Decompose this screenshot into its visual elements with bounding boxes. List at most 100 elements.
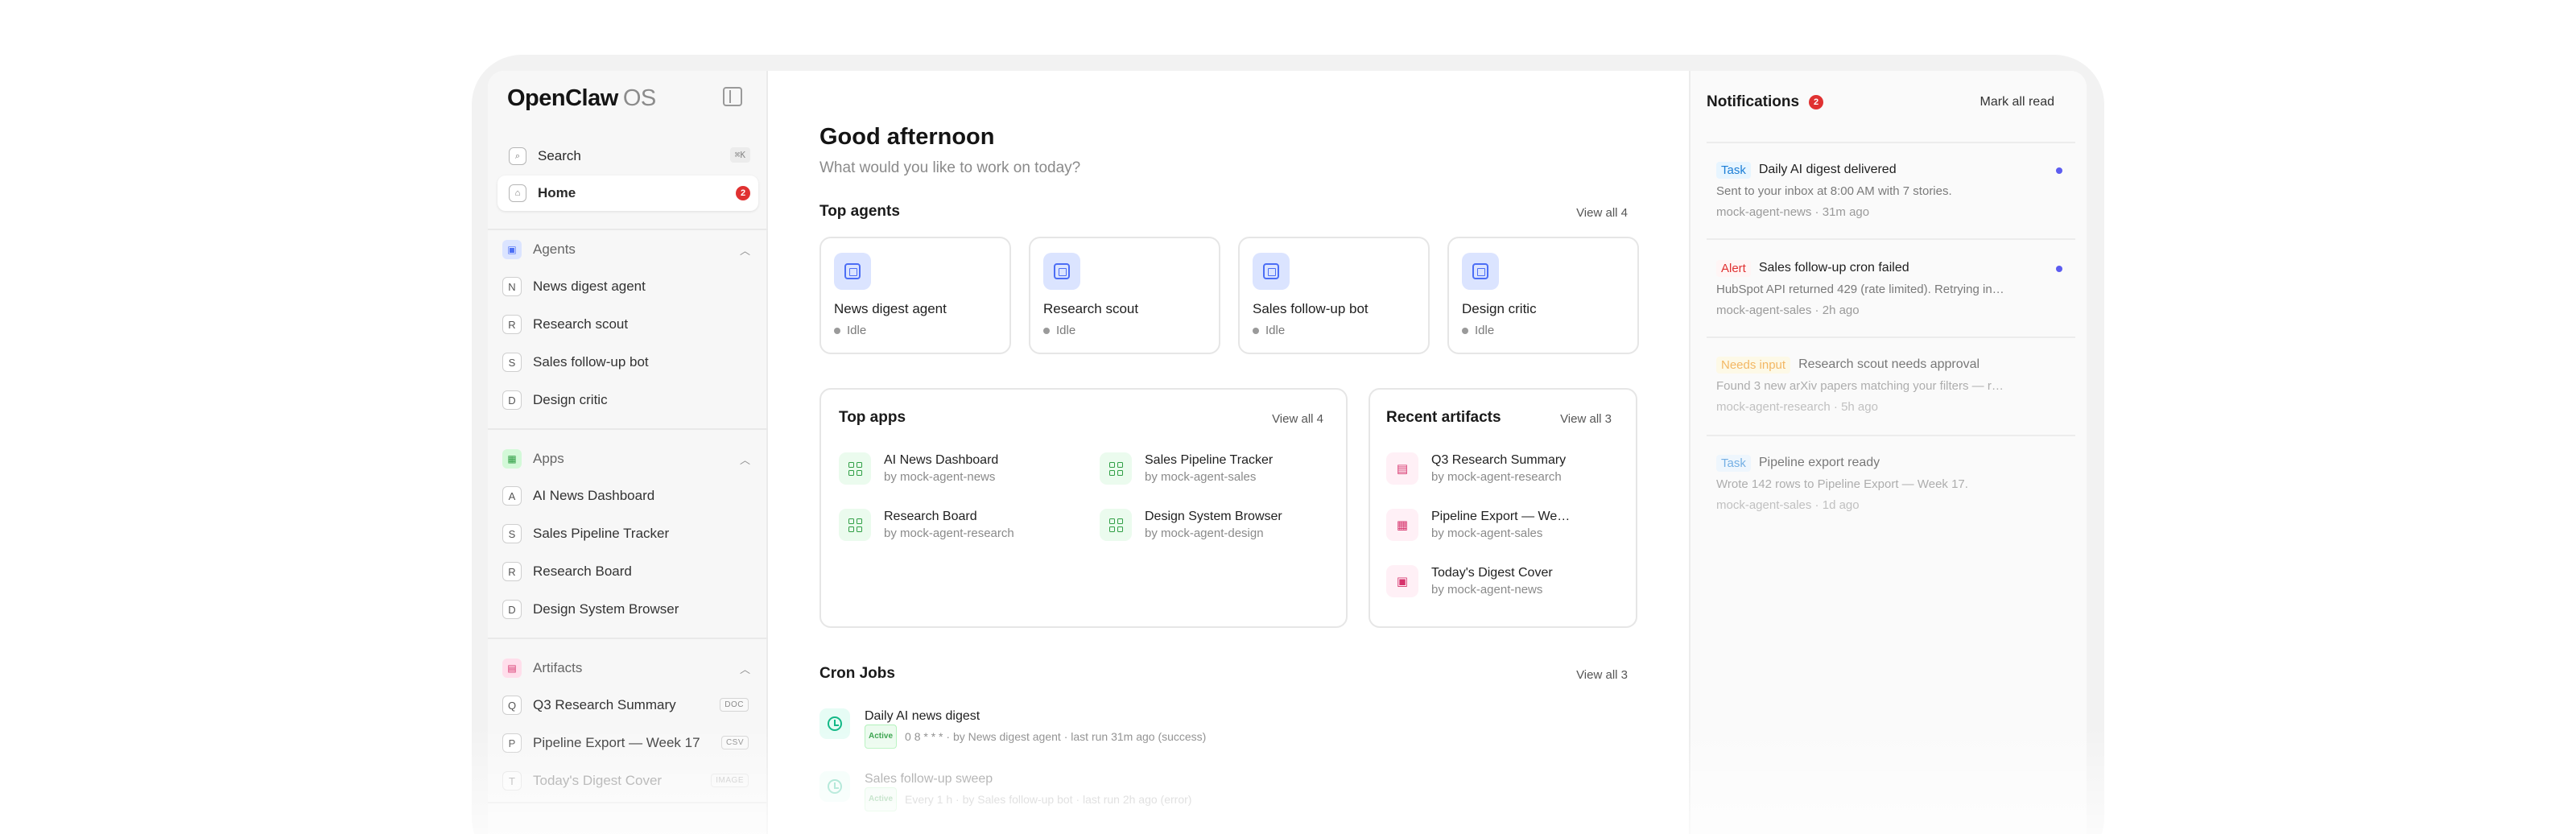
artifact-label: Today's Digest Cover <box>533 773 663 788</box>
home-icon: ⌂ <box>509 184 526 202</box>
notification-meta: mock-agent-sales · 2h ago <box>1716 303 1860 317</box>
cron-job-row[interactable]: Sales follow-up sweep Active Every 1 h ·… <box>819 771 1191 811</box>
notification-source: mock-agent-research <box>1716 400 1831 414</box>
cron-jobs-title: Cron Jobs <box>819 665 895 682</box>
agent-card[interactable]: Research scout Idle <box>1029 237 1220 354</box>
sidebar-item-agent[interactable]: R Research scout <box>502 312 753 337</box>
agent-card[interactable]: Sales follow-up bot Idle <box>1238 237 1430 354</box>
agent-chip-icon <box>1462 253 1499 290</box>
agent-chip-icon: ▣ <box>502 240 522 259</box>
cron-job-meta: Active 0 8 * * * · by News digest agent … <box>865 725 1206 749</box>
section-apps-header[interactable]: ▦ Apps ︿ <box>502 446 753 472</box>
sidebar-item-agent[interactable]: D Design critic <box>502 387 753 413</box>
sidebar-divider <box>488 638 768 639</box>
app-grid-icon <box>1100 509 1132 541</box>
chevron-up-icon[interactable]: ︿ <box>740 452 750 467</box>
cron-last-run: last run 2h ago (error) <box>1083 793 1192 806</box>
top-agents-view-all-link[interactable]: View all 4 <box>1576 206 1628 220</box>
apps-grid-icon: ▦ <box>502 449 522 469</box>
recent-artifacts-view-all-link[interactable]: View all 3 <box>1560 412 1612 426</box>
section-artifacts-title: Artifacts <box>533 660 583 675</box>
sidebar-item-app[interactable]: S Sales Pipeline Tracker <box>502 521 753 547</box>
artifact-letter-icon: P <box>502 733 522 753</box>
notification-title: Daily AI digest delivered <box>1758 163 1897 176</box>
cron-job-row[interactable]: Daily AI news digest Active 0 8 * * * · … <box>819 708 1206 749</box>
notification-type-badge: Alert <box>1716 259 1751 277</box>
sidebar-item-home[interactable]: ⌂ Home 2 <box>497 175 758 211</box>
recent-artifacts-title: Recent artifacts <box>1386 409 1501 426</box>
agent-status-text: Idle <box>1056 324 1076 337</box>
sidebar-item-app[interactable]: D Design System Browser <box>502 597 753 622</box>
recent-artifacts-panel: Recent artifacts View all 3 ▤ Q3 Researc… <box>1368 388 1637 628</box>
notification-item[interactable]: Needs input Research scout needs approval… <box>1716 354 2062 417</box>
agent-card-status: Idle <box>834 324 866 337</box>
notification-time: 31m ago <box>1822 205 1870 219</box>
notifications-divider <box>1707 238 2075 240</box>
app-label: Sales Pipeline Tracker <box>533 526 670 541</box>
notification-item[interactable]: Alert Sales follow-up cron failed HubSpot… <box>1716 258 2062 320</box>
app-item[interactable]: Research Board by mock-agent-research <box>839 509 1014 543</box>
app-owner: by mock-agent-research <box>884 526 1014 540</box>
agent-card[interactable]: News digest agent Idle <box>819 237 1011 354</box>
status-dot-icon <box>1462 327 1468 334</box>
agent-card-name: News digest agent <box>834 301 947 316</box>
app-grid-icon <box>1100 452 1132 485</box>
section-artifacts-header[interactable]: ▤ Artifacts ︿ <box>502 655 753 681</box>
cron-job-title: Daily AI news digest <box>865 709 980 723</box>
app-owner: by mock-agent-news <box>884 470 996 484</box>
brand-name: OpenClaw <box>507 85 618 111</box>
agent-letter-icon: R <box>502 315 522 334</box>
notification-source: mock-agent-sales <box>1716 498 1812 512</box>
sidebar-item-artifact[interactable]: P Pipeline Export — Week 17 CSV <box>502 730 753 756</box>
app-title: AI News Dashboard <box>884 453 999 467</box>
artifact-item[interactable]: ▤ Q3 Research Summary by mock-agent-resea… <box>1386 452 1566 486</box>
unread-dot-icon <box>2056 266 2062 272</box>
notification-time: 1d ago <box>1822 498 1860 512</box>
app-label: Design System Browser <box>533 601 679 617</box>
artifact-letter-icon: T <box>502 771 522 791</box>
artifact-label: Pipeline Export — Week 17 <box>533 735 700 750</box>
status-dot-icon <box>1043 327 1050 334</box>
agent-letter-icon: S <box>502 353 522 372</box>
app-item[interactable]: Design System Browser by mock-agent-desig… <box>1100 509 1282 543</box>
app-item[interactable]: AI News Dashboard by mock-agent-news <box>839 452 998 486</box>
agent-label: Design critic <box>533 392 608 407</box>
notification-meta: mock-agent-research · 5h ago <box>1716 400 1878 414</box>
artifact-item[interactable]: ▣ Today's Digest Cover by mock-agent-news <box>1386 565 1553 599</box>
app-item[interactable]: Sales Pipeline Tracker by mock-agent-sale… <box>1100 452 1273 486</box>
chevron-up-icon[interactable]: ︿ <box>740 661 750 676</box>
sidebar-item-artifact[interactable]: Q Q3 Research Summary DOC <box>502 692 753 718</box>
app-grid-icon <box>839 452 871 485</box>
agent-card[interactable]: Design critic Idle <box>1447 237 1639 354</box>
artifact-item[interactable]: ▦ Pipeline Export — We… by mock-agent-sal… <box>1386 509 1570 543</box>
top-apps-view-all-link[interactable]: View all 4 <box>1272 412 1323 426</box>
clock-icon <box>819 708 850 739</box>
sidebar-item-artifact[interactable]: T Today's Digest Cover IMAGE <box>502 768 753 794</box>
file-type-tag: DOC <box>720 698 749 712</box>
main-content: Good afternoon What would you like to wo… <box>768 71 1689 834</box>
notification-body: Found 3 new arXiv papers matching your f… <box>1716 379 2004 393</box>
sidebar-item-agent[interactable]: N News digest agent <box>502 274 753 299</box>
notification-item[interactable]: Task Daily AI digest delivered Sent to yo… <box>1716 159 2062 222</box>
notifications-divider <box>1707 336 2075 338</box>
home-label: Home <box>538 185 576 200</box>
cron-job-title: Sales follow-up sweep <box>865 772 993 786</box>
cron-jobs-view-all-link[interactable]: View all 3 <box>1576 668 1628 682</box>
sidebar-toggle-icon[interactable] <box>723 87 742 106</box>
search-button[interactable]: ⌕ Search ⌘K <box>497 138 758 174</box>
app-letter-icon: S <box>502 524 522 543</box>
agent-label: Sales follow-up bot <box>533 354 649 370</box>
sidebar-item-app[interactable]: A AI News Dashboard <box>502 483 753 509</box>
sidebar-item-agent[interactable]: S Sales follow-up bot <box>502 349 753 375</box>
chevron-up-icon[interactable]: ︿ <box>740 242 750 258</box>
status-badge: Active <box>865 725 898 749</box>
mark-all-read-button[interactable]: Mark all read <box>1980 95 2054 109</box>
artifact-title: Pipeline Export — We… <box>1431 510 1571 523</box>
notification-item[interactable]: Task Pipeline export ready Wrote 142 rows… <box>1716 452 2062 515</box>
artifact-label: Q3 Research Summary <box>533 697 676 712</box>
artifact-owner: by mock-agent-news <box>1431 583 1543 597</box>
section-agents-header[interactable]: ▣ Agents ︿ <box>502 237 753 262</box>
agent-card-name: Design critic <box>1462 301 1537 316</box>
app-owner: by mock-agent-design <box>1145 526 1264 540</box>
sidebar-item-app[interactable]: R Research Board <box>502 559 753 584</box>
